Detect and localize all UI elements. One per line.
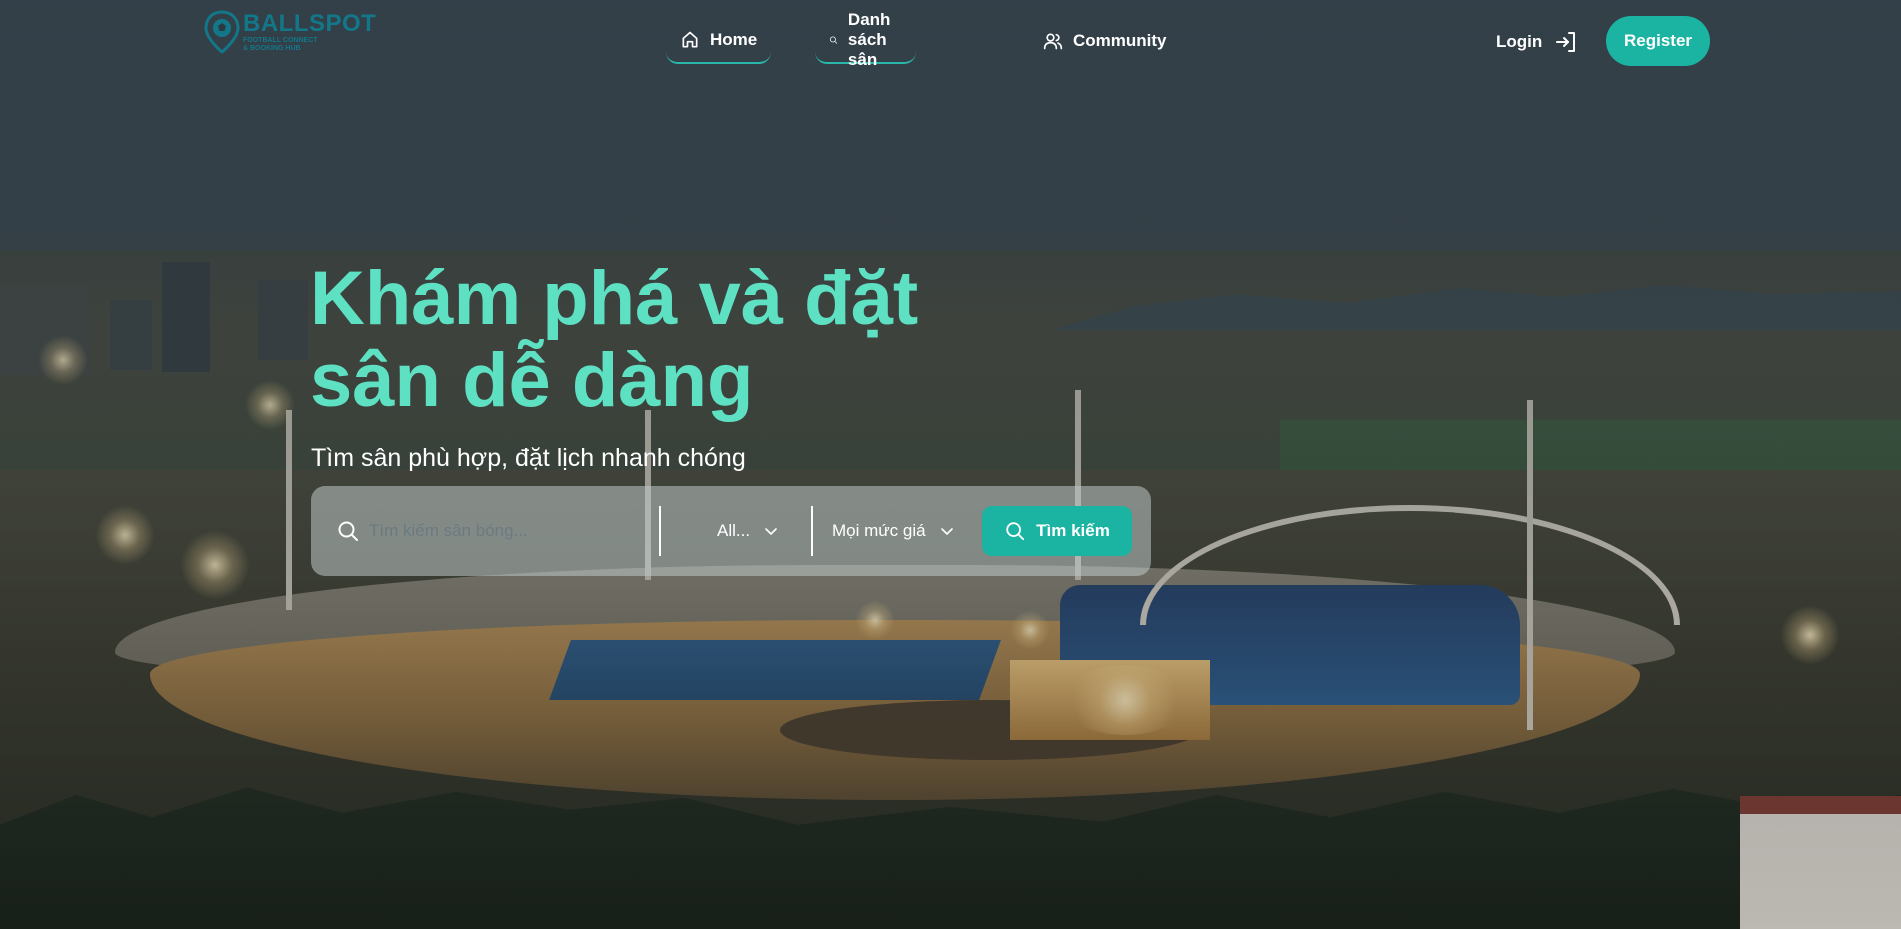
login-arrow-icon [1556,32,1576,52]
hero-subtitle: Tìm sân phù hợp, đặt lịch nhanh chóng [311,444,746,472]
divider [659,506,661,556]
nav-field-list[interactable]: Danh sách sân [815,10,916,69]
users-icon [1043,33,1063,50]
search-input[interactable] [369,514,649,548]
login-label: Login [1496,32,1543,51]
map-pin-ball-icon [203,10,241,54]
divider [811,506,813,556]
brand-tagline-1: FOOTBALL CONNECT [243,37,318,44]
register-button[interactable]: Register [1606,16,1710,66]
home-icon [682,31,698,48]
price-select[interactable]: Mọi mức giá [832,514,954,548]
dark-overlay [0,0,1901,929]
hero-title: Khám phá và đặt sân dễ dàng [310,258,1010,422]
brand-tagline-2: & BOOKING HUB [243,45,301,52]
search-button-label: Tìm kiếm [1036,521,1110,540]
category-select-value: All... [717,521,751,540]
chevron-down-icon [940,528,953,536]
navbar: BALLSPOT FOOTBALL CONNECT & BOOKING HUB … [0,0,1901,84]
search-icon [829,36,838,44]
brand-logo[interactable]: BALLSPOT FOOTBALL CONNECT & BOOKING HUB [203,10,376,54]
search-icon [336,519,360,543]
chevron-down-icon [765,528,777,536]
nav-community-label: Community [1073,31,1167,50]
hero-title-line-2: sân dễ dàng [310,338,754,423]
brand-name: BALLSPOT [243,10,377,37]
nav-home[interactable]: Home [666,18,772,64]
search-icon [1006,522,1025,541]
hero-title-line-1: Khám phá và đặt [310,256,919,341]
category-select[interactable]: All... [717,514,778,548]
search-button[interactable]: Tìm kiếm [982,506,1132,556]
hero-background-image [0,0,1901,929]
price-select-value: Mọi mức giá [832,521,926,540]
nav-home-label: Home [710,30,758,49]
search-bar: All... Mọi mức giá Tìm kiếm [311,486,1151,576]
brand-wordmark: BALLSPOT FOOTBALL CONNECT & BOOKING HUB [243,11,376,53]
nav-field-list-label: Danh sách sân [847,10,891,69]
login-link[interactable]: Login [1496,26,1578,58]
nav-community[interactable]: Community [1029,18,1181,64]
